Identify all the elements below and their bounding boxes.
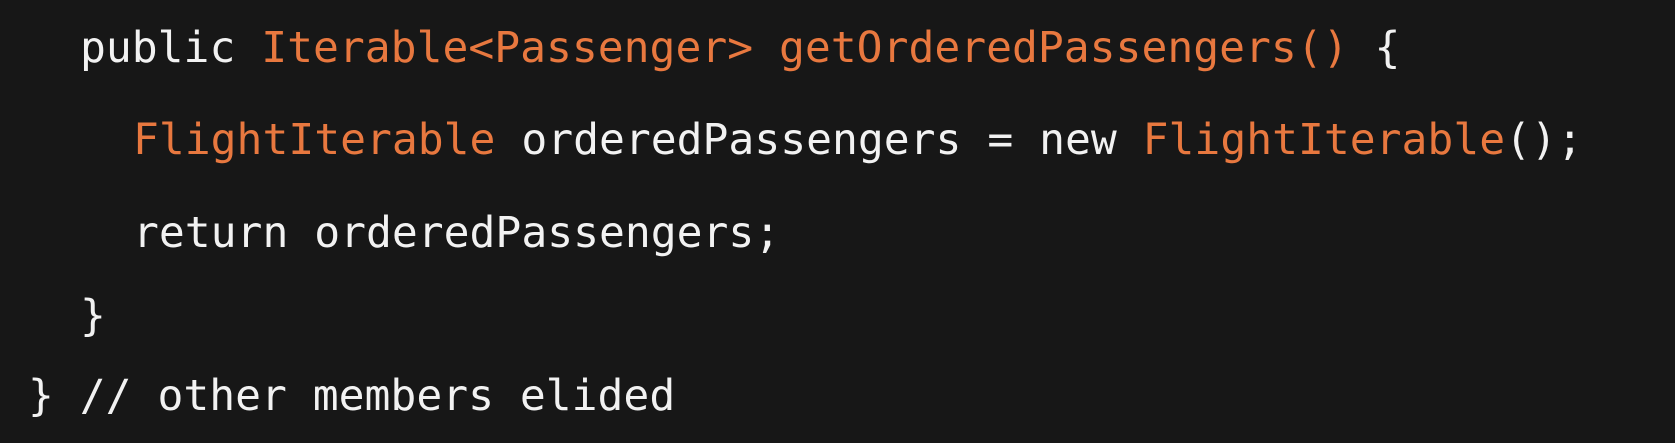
- variable-type: FlightIterable: [133, 115, 496, 165]
- keyword-public: public: [80, 23, 236, 73]
- code-line-declaration: FlightIterable orderedPassengers = new F…: [133, 112, 1583, 168]
- code-line-return: return orderedPassengers;: [133, 205, 780, 261]
- declaration-text: orderedPassengers = new: [495, 115, 1143, 165]
- close-brace: }: [80, 291, 106, 341]
- open-brace: {: [1348, 23, 1401, 73]
- code-line-method-signature: public Iterable<Passenger> getOrderedPas…: [80, 20, 1400, 76]
- code-line-close-class: } // other members elided: [28, 368, 675, 424]
- return-statement: return orderedPassengers;: [133, 208, 781, 258]
- method-name: getOrderedPassengers(): [779, 23, 1349, 73]
- constructor-name: FlightIterable: [1142, 115, 1506, 165]
- code-snippet: public Iterable<Passenger> getOrderedPas…: [0, 0, 1675, 443]
- class-close-with-comment: } // other members elided: [28, 371, 676, 421]
- code-line-close-method: }: [80, 288, 106, 344]
- return-type: Iterable<Passenger>: [261, 23, 754, 73]
- statement-end: ();: [1505, 115, 1583, 165]
